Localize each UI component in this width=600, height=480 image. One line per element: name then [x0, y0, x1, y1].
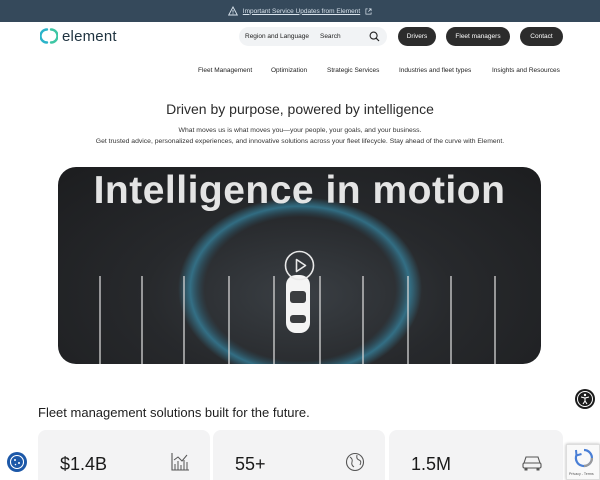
hero-title: Driven by purpose, powered by intelligen…	[166, 101, 434, 117]
recaptcha-icon	[574, 448, 594, 468]
hero-subtitle-line1: What moves us is what moves you—your peo…	[178, 127, 422, 134]
contact-button[interactable]: Contact	[520, 27, 563, 46]
chart-icon	[171, 453, 189, 471]
video-heading: Intelligence in motion	[93, 169, 506, 212]
nav-strategic-services[interactable]: Strategic Services	[327, 67, 379, 74]
nav-optimization[interactable]: Optimization	[271, 67, 307, 74]
search-input[interactable]: Search	[320, 33, 341, 40]
external-link-icon	[365, 8, 372, 14]
cookie-icon	[9, 454, 25, 470]
car-image	[286, 275, 310, 333]
cookie-settings-button[interactable]	[7, 452, 27, 472]
announcement-bar: Important Service Updates from Element	[0, 0, 600, 22]
main-nav: Fleet Management Optimization Strategic …	[0, 67, 600, 77]
accessibility-icon	[577, 391, 593, 407]
stat-card: 55+	[213, 430, 385, 480]
recaptcha-badge[interactable]: Privacy - Terms	[566, 444, 600, 480]
nav-insights[interactable]: Insights and Resources	[492, 67, 560, 74]
drivers-button[interactable]: Drivers	[398, 27, 436, 46]
fleet-managers-button[interactable]: Fleet managers	[446, 27, 510, 46]
stat-value: 1.5M	[411, 454, 452, 474]
globe-icon	[345, 452, 365, 472]
recaptcha-links[interactable]: Privacy - Terms	[569, 472, 594, 476]
accessibility-button[interactable]	[575, 389, 595, 409]
nav-fleet-management[interactable]: Fleet Management	[198, 67, 252, 74]
search-icon[interactable]	[369, 31, 380, 42]
utility-bar: Region and Language Search	[239, 27, 387, 46]
warning-icon	[227, 6, 238, 16]
stat-card: $1.4B	[38, 430, 210, 480]
solutions-title: Fleet management solutions built for the…	[38, 405, 310, 420]
logo-text: element	[62, 27, 117, 45]
logo-mark-icon	[40, 28, 58, 44]
stat-value: 55+	[235, 454, 266, 474]
hero-subtitle-line2: Get trusted advice, personalized experie…	[95, 138, 505, 145]
stat-card: 1.5M	[389, 430, 563, 480]
play-icon[interactable]	[284, 250, 315, 281]
stat-value: $1.4B	[60, 454, 108, 474]
element-logo[interactable]: element	[40, 27, 117, 45]
nav-industries[interactable]: Industries and fleet types	[399, 67, 471, 74]
region-language-link[interactable]: Region and Language	[245, 33, 309, 40]
car-icon	[522, 456, 542, 471]
announcement-link[interactable]: Important Service Updates from Element	[243, 8, 360, 15]
